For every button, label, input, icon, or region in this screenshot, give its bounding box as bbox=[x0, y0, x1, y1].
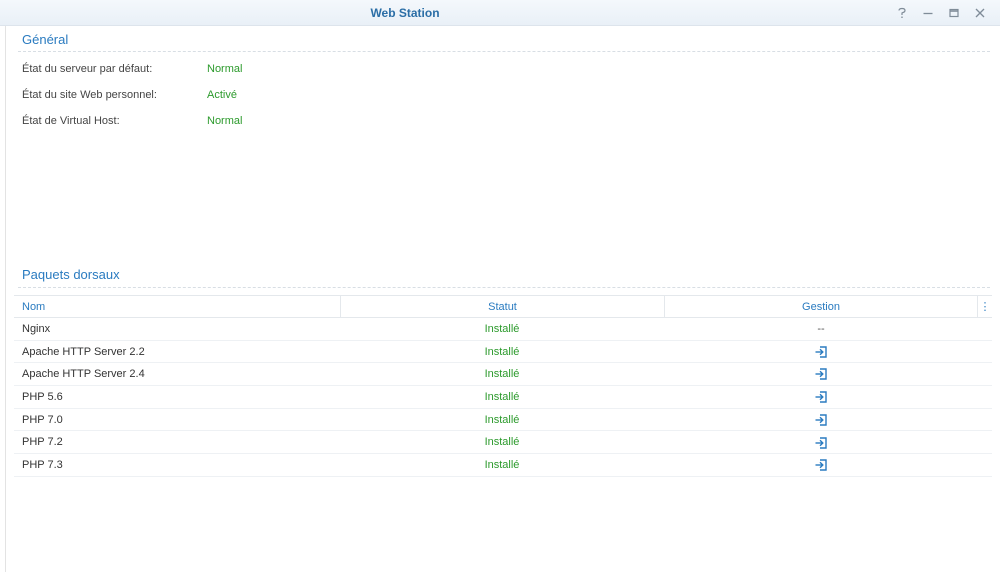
open-portal-icon[interactable] bbox=[814, 458, 828, 472]
package-name: PHP 7.0 bbox=[22, 413, 63, 426]
maximize-button[interactable] bbox=[944, 4, 964, 22]
column-header-status[interactable]: Statut bbox=[340, 296, 664, 318]
package-name: Apache HTTP Server 2.2 bbox=[22, 345, 145, 358]
package-name: PHP 7.3 bbox=[22, 459, 63, 472]
package-manage-cell bbox=[664, 431, 978, 453]
package-status: Installé bbox=[484, 368, 520, 381]
package-manage-cell bbox=[664, 386, 978, 408]
window-titlebar: Web Station bbox=[0, 0, 1000, 26]
package-status: Installé bbox=[484, 323, 520, 335]
help-icon bbox=[898, 7, 906, 18]
package-manage-none: -- bbox=[817, 323, 825, 335]
package-name: PHP 5.6 bbox=[22, 391, 63, 404]
info-row-personal-site: État du site Web personnel: Activé bbox=[22, 89, 422, 103]
table-row[interactable]: PHP 5.6 Installé bbox=[14, 386, 992, 409]
info-label: État du site Web personnel: bbox=[22, 89, 157, 101]
table-row[interactable]: Apache HTTP Server 2.4 Installé bbox=[14, 363, 992, 387]
package-name: Apache HTTP Server 2.4 bbox=[22, 368, 145, 381]
info-value: Normal bbox=[207, 63, 243, 75]
packages-section-divider bbox=[18, 287, 990, 288]
package-status: Installé bbox=[484, 391, 520, 404]
open-portal-icon[interactable] bbox=[814, 413, 828, 427]
table-header: Nom Statut Gestion ⋮ bbox=[14, 295, 992, 318]
package-status: Installé bbox=[484, 436, 520, 449]
package-manage-cell bbox=[664, 409, 978, 431]
minimize-button[interactable] bbox=[918, 4, 938, 22]
package-manage-cell bbox=[664, 454, 978, 476]
general-section-divider bbox=[18, 51, 990, 52]
package-name: PHP 7.2 bbox=[22, 436, 63, 449]
info-row-default-server: État du serveur par défaut: Normal bbox=[22, 63, 422, 77]
package-name: Nginx bbox=[22, 323, 51, 335]
close-icon bbox=[975, 8, 985, 18]
packages-section-title: Paquets dorsaux bbox=[22, 267, 120, 282]
package-status: Installé bbox=[484, 413, 520, 426]
minimize-icon bbox=[923, 12, 933, 15]
open-portal-icon[interactable] bbox=[814, 436, 828, 450]
info-label: État de Virtual Host: bbox=[22, 115, 120, 127]
package-status: Installé bbox=[484, 459, 520, 472]
table-row[interactable]: PHP 7.3 Installé bbox=[14, 454, 992, 477]
open-portal-icon[interactable] bbox=[814, 345, 828, 359]
close-button[interactable] bbox=[970, 4, 990, 22]
table-row[interactable]: PHP 7.0 Installé bbox=[14, 409, 992, 432]
open-portal-icon[interactable] bbox=[814, 390, 828, 404]
open-portal-icon[interactable] bbox=[814, 367, 828, 381]
maximize-icon bbox=[949, 8, 959, 18]
column-header-manage[interactable]: Gestion bbox=[664, 296, 978, 318]
package-manage-cell bbox=[664, 341, 978, 363]
window-controls bbox=[892, 4, 990, 22]
column-options-button[interactable]: ⋮ bbox=[978, 296, 992, 318]
info-value: Normal bbox=[207, 115, 243, 127]
help-button[interactable] bbox=[892, 4, 912, 22]
column-header-name[interactable]: Nom bbox=[22, 296, 45, 318]
table-row[interactable]: Apache HTTP Server 2.2 Installé bbox=[14, 341, 992, 364]
info-value: Activé bbox=[207, 89, 237, 101]
window-title: Web Station bbox=[370, 6, 440, 20]
general-section-title: Général bbox=[22, 32, 69, 47]
table-row[interactable]: Nginx Installé -- bbox=[14, 318, 992, 341]
packages-table: Nom Statut Gestion ⋮ Nginx Installé -- A… bbox=[14, 295, 992, 477]
info-label: État du serveur par défaut: bbox=[22, 63, 153, 75]
table-row[interactable]: PHP 7.2 Installé bbox=[14, 431, 992, 455]
info-row-virtual-host: État de Virtual Host: Normal bbox=[22, 115, 422, 129]
panel-left-border bbox=[5, 26, 6, 572]
package-status: Installé bbox=[484, 345, 520, 358]
package-manage-cell bbox=[664, 363, 978, 385]
